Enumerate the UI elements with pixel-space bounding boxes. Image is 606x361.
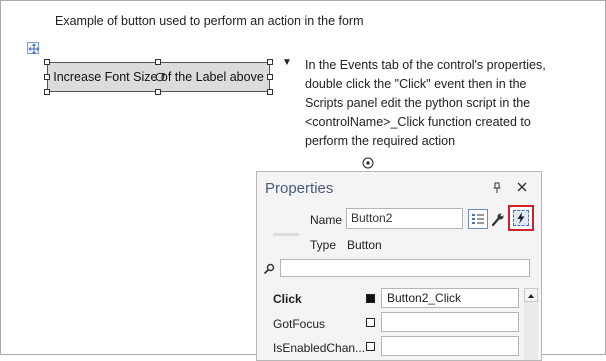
events-tab-button[interactable]: [508, 205, 534, 231]
categorized-list-icon[interactable]: [468, 209, 488, 229]
dropdown-arrow-icon[interactable]: ▼: [282, 57, 292, 68]
panel-title: Properties: [265, 180, 334, 197]
properties-panel: Properties Name Button2 Type Button Clic…: [256, 171, 542, 361]
name-label: Name: [310, 213, 343, 227]
instruction-line: In the Events tab of the control's prope…: [305, 58, 546, 72]
event-value-gotfocus[interactable]: [381, 312, 519, 332]
lightning-bolt-icon: [513, 210, 529, 226]
target-icon: [362, 156, 374, 169]
search-input[interactable]: [280, 259, 530, 277]
event-handler-marker: [366, 294, 375, 303]
rotate-icon[interactable]: [155, 69, 165, 82]
resize-handle[interactable]: [155, 59, 161, 65]
pin-icon[interactable]: [492, 181, 502, 193]
event-name-isenabledchanged: IsEnabledChan...: [273, 341, 366, 355]
instruction-line: <controlName>_Click function created to: [305, 115, 531, 129]
event-handler-marker: [366, 318, 375, 327]
resize-handle[interactable]: [44, 59, 50, 65]
resize-handle[interactable]: [267, 89, 273, 95]
resize-handle[interactable]: [44, 89, 50, 95]
instructions-text: In the Events tab of the control's prope…: [305, 56, 555, 151]
form-caption: Example of button used to perform an act…: [55, 14, 364, 28]
event-handler-marker: [366, 342, 375, 351]
resize-handle[interactable]: [44, 74, 50, 80]
scroll-up-button[interactable]: [524, 288, 538, 302]
event-name-click: Click: [273, 292, 302, 306]
event-name-gotfocus: GotFocus: [273, 317, 326, 331]
search-icon: [263, 262, 275, 275]
wrench-icon[interactable]: [490, 209, 506, 229]
event-value-click[interactable]: Button2_Click: [381, 288, 519, 308]
type-value: Button: [347, 238, 382, 252]
canvas-frame: Example of button used to perform an act…: [0, 0, 606, 361]
resize-handle[interactable]: [155, 89, 161, 95]
instruction-line: perform the required action: [305, 134, 456, 148]
type-label: Type: [310, 238, 337, 252]
control-preview-icon: [273, 233, 299, 236]
resize-handle[interactable]: [267, 59, 273, 65]
event-value-isenabledchanged[interactable]: [381, 336, 519, 356]
instruction-line: Scripts panel edit the python script in …: [305, 96, 531, 110]
name-field[interactable]: Button2: [346, 208, 463, 229]
move-handle-icon[interactable]: [27, 42, 40, 55]
close-icon[interactable]: [516, 180, 528, 192]
instruction-line: double click the "Click" event then in t…: [305, 77, 527, 91]
resize-handle[interactable]: [267, 74, 273, 80]
